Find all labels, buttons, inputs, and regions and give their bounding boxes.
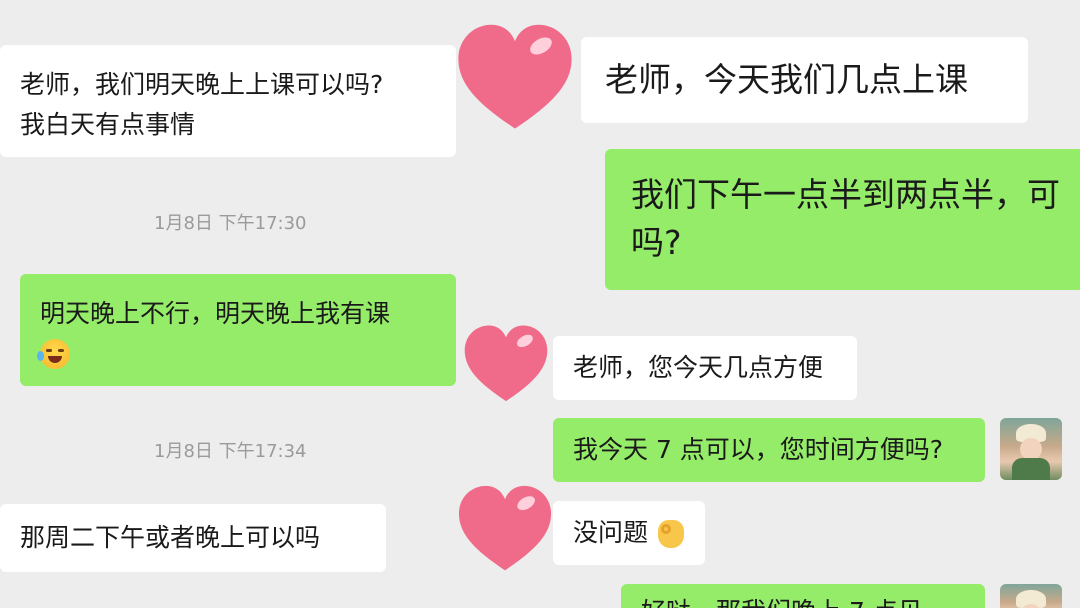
message-text: 老师，我们明天晚上上课可以吗? [20, 70, 384, 99]
message-text: 没问题 [573, 518, 649, 547]
incoming-message-bubble[interactable]: 那周二下午或者晚上可以吗 [0, 504, 386, 572]
outgoing-message-bubble[interactable]: 明天晚上不行，明天晚上我有课 [20, 274, 456, 386]
message-text: 我们下午一点半到两点半，可 [631, 175, 1060, 214]
timestamp: 1月8日 下午17:34 [154, 441, 307, 462]
outgoing-message-bubble[interactable]: 好哒，那我们晚上 7 点见 [621, 584, 985, 608]
message-text: 吗? [631, 223, 682, 262]
timestamp: 1月8日 下午17:30 [154, 213, 307, 234]
message-text: 好哒，那我们晚上 7 点见 [641, 597, 923, 608]
ok-hand-emoji-icon [657, 520, 684, 548]
incoming-message-bubble[interactable]: 没问题 [553, 501, 705, 565]
heart-sticker-icon [458, 24, 572, 129]
incoming-message-bubble[interactable]: 老师，今天我们几点上课 [581, 37, 1028, 123]
heart-sticker-icon [458, 485, 552, 571]
right-chat-screenshot: 老师，今天我们几点上课 我们下午一点半到两点半，可 吗? 老师，您今天几点方便 … [455, 0, 1080, 608]
avatar[interactable] [1000, 584, 1062, 608]
outgoing-message-bubble[interactable]: 我今天 7 点可以，您时间方便吗? [553, 418, 985, 482]
laughing-tears-emoji-icon [37, 339, 70, 369]
outgoing-message-bubble[interactable]: 我们下午一点半到两点半，可 吗? [605, 149, 1080, 290]
message-text: 我白天有点事情 [20, 110, 196, 139]
heart-sticker-icon [464, 325, 548, 402]
message-text: 老师，今天我们几点上课 [605, 60, 968, 99]
message-text: 明天晚上不行，明天晚上我有课 [40, 299, 391, 328]
avatar[interactable] [1000, 418, 1062, 480]
incoming-message-bubble[interactable]: 老师，您今天几点方便 [553, 336, 857, 400]
message-text: 我今天 7 点可以，您时间方便吗? [573, 435, 944, 464]
message-text: 那周二下午或者晚上可以吗 [20, 523, 321, 552]
incoming-message-bubble[interactable]: 老师，我们明天晚上上课可以吗? 我白天有点事情 [0, 45, 456, 157]
message-text: 老师，您今天几点方便 [573, 353, 824, 382]
left-chat-screenshot: 老师，我们明天晚上上课可以吗? 我白天有点事情 1月8日 下午17:30 明天晚… [0, 0, 470, 608]
